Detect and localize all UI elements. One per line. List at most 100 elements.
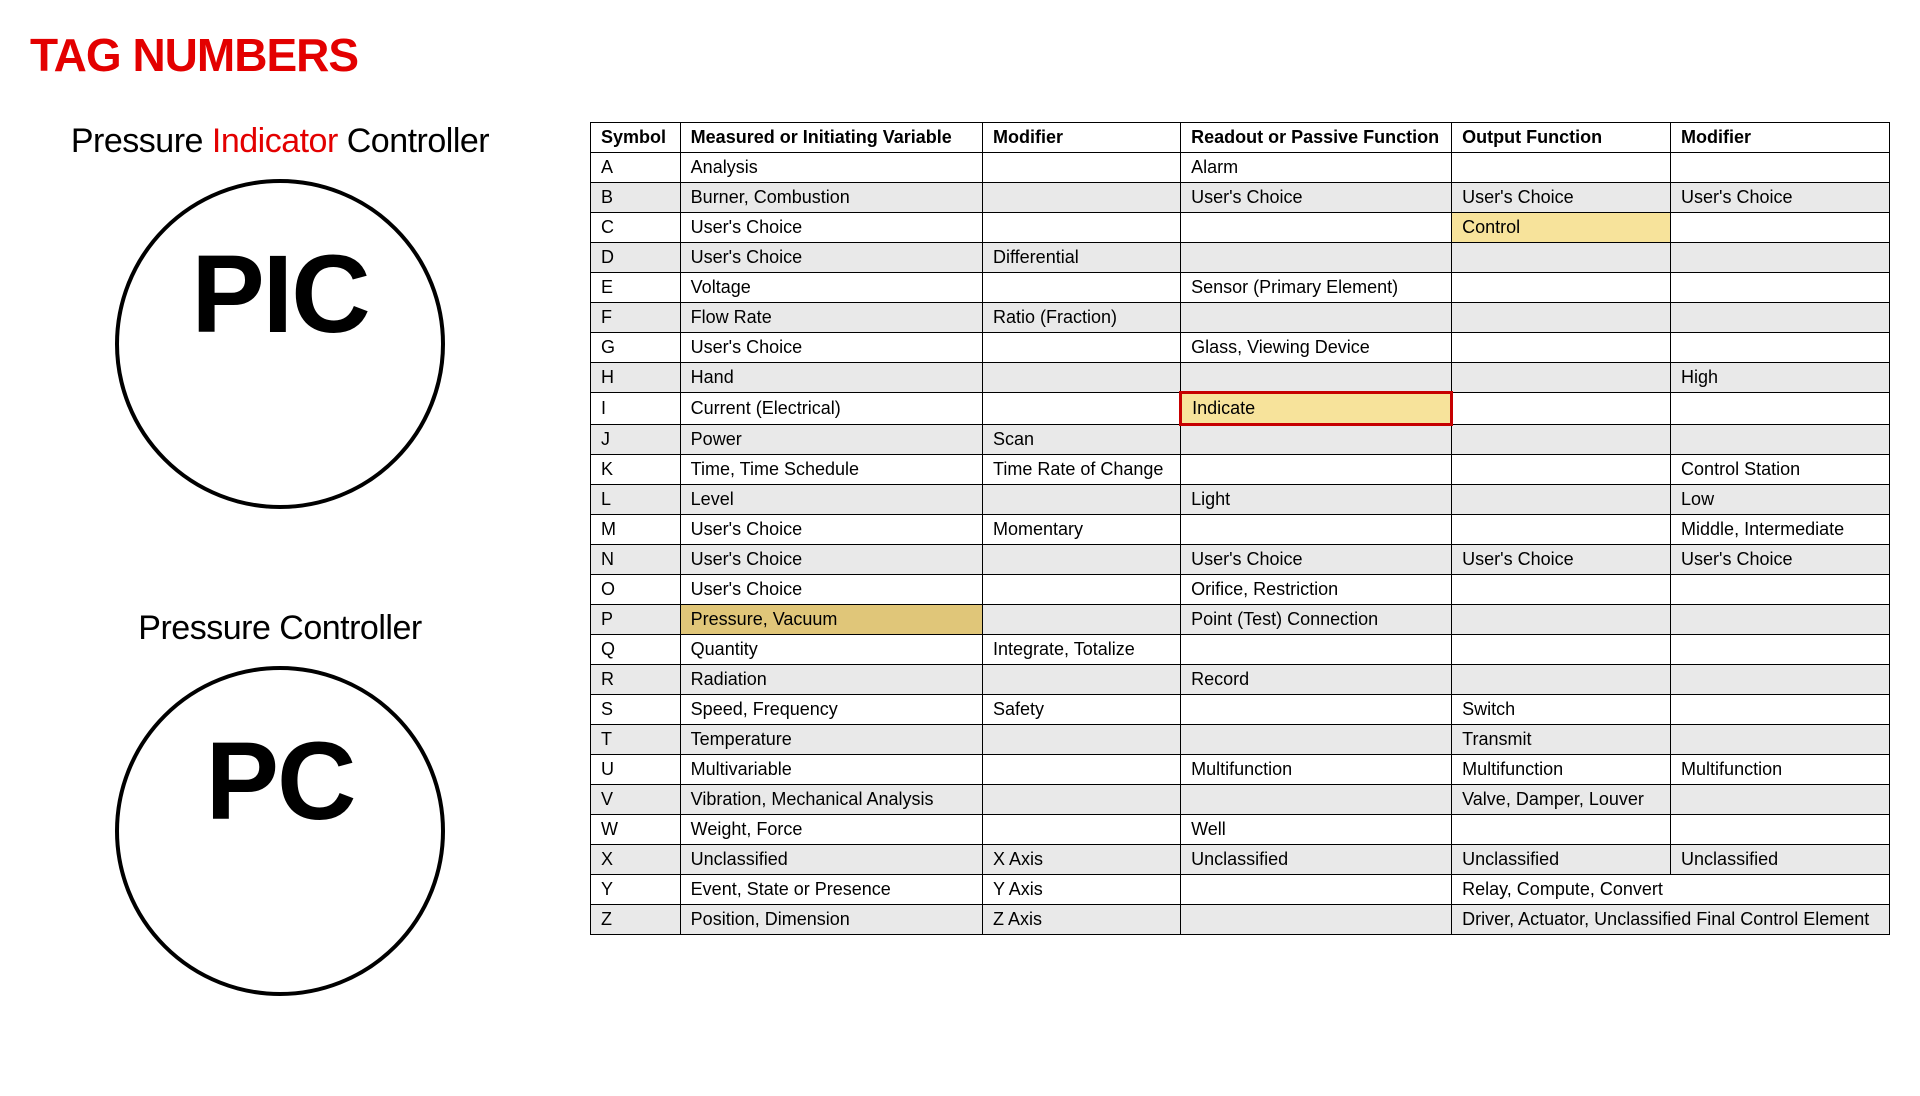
table-cell: Y Axis bbox=[983, 875, 1181, 905]
table-cell bbox=[1181, 455, 1452, 485]
table-cell: Control bbox=[1452, 213, 1671, 243]
table-cell bbox=[1181, 515, 1452, 545]
table-cell bbox=[1671, 695, 1890, 725]
table-cell: Light bbox=[1181, 485, 1452, 515]
table-cell bbox=[1452, 815, 1671, 845]
pic-label: Pressure Indicator Controller bbox=[71, 122, 489, 161]
table-cell bbox=[1452, 635, 1671, 665]
table-cell bbox=[1181, 695, 1452, 725]
table-cell: N bbox=[591, 545, 681, 575]
table-cell: X Axis bbox=[983, 845, 1181, 875]
table-cell bbox=[983, 725, 1181, 755]
table-row: XUnclassifiedX AxisUnclassifiedUnclassif… bbox=[591, 845, 1890, 875]
table-cell bbox=[1181, 213, 1452, 243]
table-cell: Quantity bbox=[680, 635, 982, 665]
table-cell: Speed, Frequency bbox=[680, 695, 982, 725]
table-cell: Position, Dimension bbox=[680, 905, 982, 935]
table-cell bbox=[1671, 425, 1890, 455]
table-cell: Switch bbox=[1452, 695, 1671, 725]
pic-code: PIC bbox=[191, 231, 368, 358]
table-cell bbox=[1452, 393, 1671, 425]
table-cell: Unclassified bbox=[1181, 845, 1452, 875]
table-row: YEvent, State or PresenceY AxisRelay, Co… bbox=[591, 875, 1890, 905]
table-cell: O bbox=[591, 575, 681, 605]
table-cell: Alarm bbox=[1181, 153, 1452, 183]
table-cell bbox=[983, 575, 1181, 605]
table-header: Symbol bbox=[591, 123, 681, 153]
pc-code: PC bbox=[206, 718, 355, 845]
table-row: RRadiationRecord bbox=[591, 665, 1890, 695]
table-row: AAnalysis Alarm bbox=[591, 153, 1890, 183]
table-cell: R bbox=[591, 665, 681, 695]
table-cell: Unclassified bbox=[1452, 845, 1671, 875]
table-cell: Orifice, Restriction bbox=[1181, 575, 1452, 605]
table-cell bbox=[983, 363, 1181, 393]
table-cell: User's Choice bbox=[680, 333, 982, 363]
table-cell bbox=[1671, 393, 1890, 425]
table-cell: Time Rate of Change bbox=[983, 455, 1181, 485]
table-cell bbox=[1671, 725, 1890, 755]
table-cell: Voltage bbox=[680, 273, 982, 303]
table-cell bbox=[983, 785, 1181, 815]
table-cell: U bbox=[591, 755, 681, 785]
pc-circle-icon: PC bbox=[115, 666, 445, 996]
table-cell: User's Choice bbox=[680, 515, 982, 545]
table-cell: Burner, Combustion bbox=[680, 183, 982, 213]
table-cell: Hand bbox=[680, 363, 982, 393]
table-cell bbox=[1452, 363, 1671, 393]
table-cell: Analysis bbox=[680, 153, 982, 183]
left-column: Pressure Indicator Controller PIC Pressu… bbox=[30, 122, 530, 1096]
table-cell: User's Choice bbox=[680, 213, 982, 243]
table-cell: User's Choice bbox=[680, 575, 982, 605]
table-cell: Temperature bbox=[680, 725, 982, 755]
table-cell bbox=[1671, 665, 1890, 695]
table-cell: H bbox=[591, 363, 681, 393]
table-row: FFlow RateRatio (Fraction) bbox=[591, 303, 1890, 333]
pic-block: Pressure Indicator Controller PIC bbox=[71, 122, 489, 609]
table-cell: Z bbox=[591, 905, 681, 935]
table-row: CUser's Choice Control bbox=[591, 213, 1890, 243]
table-cell bbox=[1181, 875, 1452, 905]
table-cell bbox=[983, 815, 1181, 845]
table-cell: Z Axis bbox=[983, 905, 1181, 935]
table-row: GUser's ChoiceGlass, Viewing Device bbox=[591, 333, 1890, 363]
table-cell: Differential bbox=[983, 243, 1181, 273]
table-cell bbox=[1452, 515, 1671, 545]
table-cell: C bbox=[591, 213, 681, 243]
table-cell: Well bbox=[1181, 815, 1452, 845]
table-cell: Control Station bbox=[1671, 455, 1890, 485]
table-cell bbox=[1671, 815, 1890, 845]
table-cell: Event, State or Presence bbox=[680, 875, 982, 905]
table-cell: Glass, Viewing Device bbox=[1181, 333, 1452, 363]
table-cell: Level bbox=[680, 485, 982, 515]
table-cell: A bbox=[591, 153, 681, 183]
table-cell bbox=[1671, 333, 1890, 363]
table-cell bbox=[983, 393, 1181, 425]
table-cell: X bbox=[591, 845, 681, 875]
table-cell bbox=[1181, 725, 1452, 755]
table-cell bbox=[1181, 425, 1452, 455]
table-cell: Middle, Intermediate bbox=[1671, 515, 1890, 545]
table-header: Measured or Initiating Variable bbox=[680, 123, 982, 153]
table-cell: Integrate, Totalize bbox=[983, 635, 1181, 665]
table-cell bbox=[983, 485, 1181, 515]
table-header: Modifier bbox=[1671, 123, 1890, 153]
table-row: LLevelLightLow bbox=[591, 485, 1890, 515]
table-cell bbox=[983, 213, 1181, 243]
table-row: DUser's ChoiceDifferential bbox=[591, 243, 1890, 273]
table-cell: Point (Test) Connection bbox=[1181, 605, 1452, 635]
table-cell bbox=[1452, 605, 1671, 635]
table-row: OUser's Choice Orifice, Restriction bbox=[591, 575, 1890, 605]
table-cell: User's Choice bbox=[1671, 545, 1890, 575]
table-cell bbox=[1452, 153, 1671, 183]
table-row: BBurner, CombustionUser's ChoiceUser's C… bbox=[591, 183, 1890, 213]
table-cell: Weight, Force bbox=[680, 815, 982, 845]
table-cell bbox=[983, 153, 1181, 183]
table-row: MUser's ChoiceMomentaryMiddle, Intermedi… bbox=[591, 515, 1890, 545]
table-row: WWeight, ForceWell bbox=[591, 815, 1890, 845]
table-cell bbox=[983, 755, 1181, 785]
table-cell: Low bbox=[1671, 485, 1890, 515]
table-cell: User's Choice bbox=[680, 545, 982, 575]
table-cell: D bbox=[591, 243, 681, 273]
table-row: SSpeed, FrequencySafetySwitch bbox=[591, 695, 1890, 725]
